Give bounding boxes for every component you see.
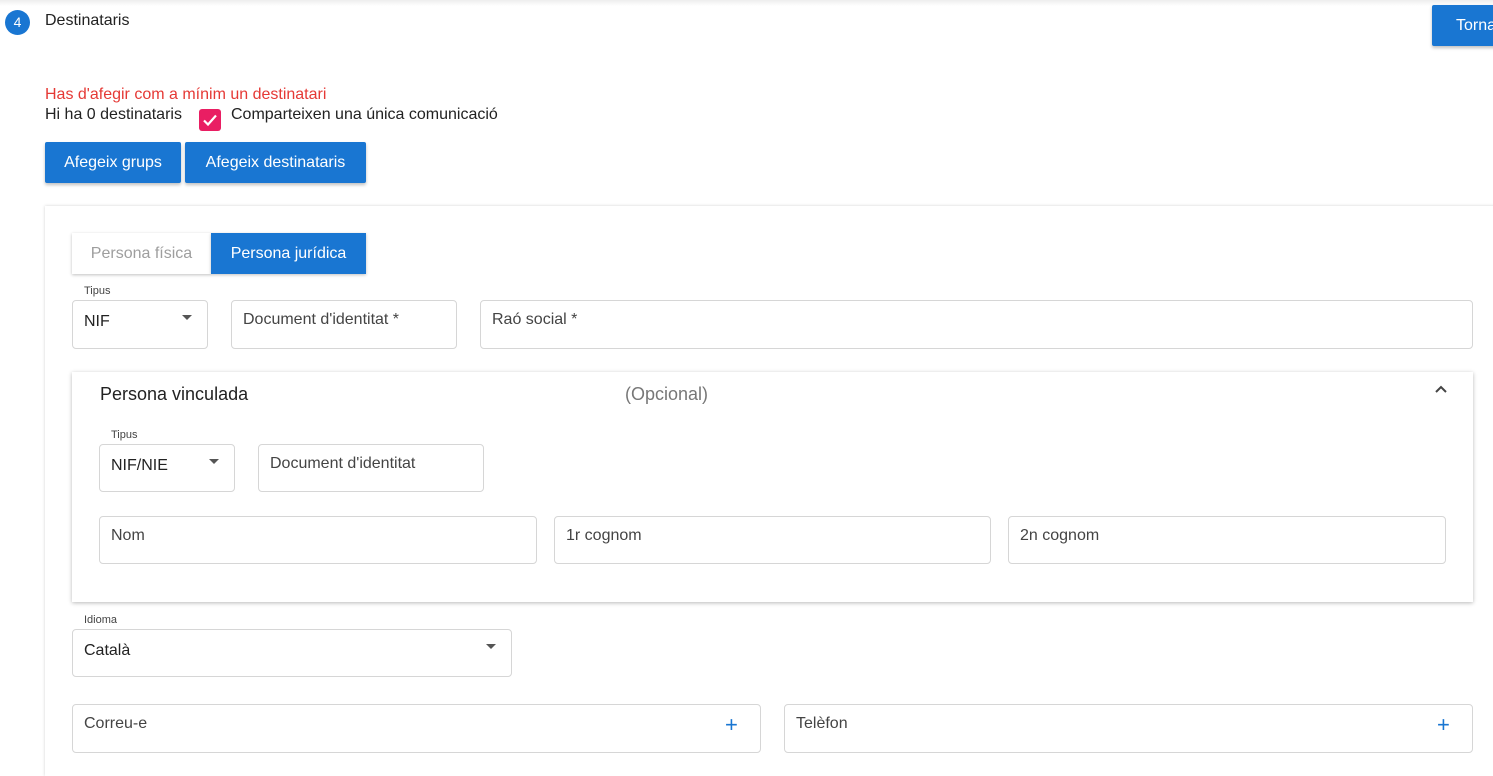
tab-persona-fisica[interactable]: Persona física	[72, 233, 211, 274]
add-recipients-button[interactable]: Afegeix destinataris	[185, 142, 366, 183]
tipus-select[interactable]: NIF	[72, 300, 208, 349]
dropdown-caret-icon	[182, 315, 192, 320]
nom-placeholder: Nom	[111, 527, 145, 544]
check-icon	[203, 114, 217, 127]
cognom2-placeholder: 2n cognom	[1020, 527, 1100, 544]
linked-person-title[interactable]: Persona vinculada	[100, 384, 248, 405]
share-communication-checkbox[interactable]	[199, 109, 221, 131]
idioma-value: Català	[84, 642, 131, 659]
top-shadow	[0, 0, 1493, 6]
phone-field[interactable]: Telèfon +	[784, 704, 1473, 753]
linked-person-optional: (Opcional)	[625, 384, 709, 404]
share-communication-label: Comparteixen una única comunicació	[231, 106, 498, 123]
tipus-value: NIF	[84, 313, 110, 330]
cognom1-placeholder: 1r cognom	[566, 527, 642, 544]
rao-social-placeholder: Raó social *	[492, 311, 578, 328]
error-message: Has d'afegir com a mínim un destinatari	[45, 86, 327, 103]
add-groups-button[interactable]: Afegeix grups	[45, 142, 181, 183]
add-email-icon[interactable]: +	[725, 713, 738, 737]
document-identitat-placeholder: Document d'identitat *	[243, 311, 400, 328]
dropdown-caret-icon	[486, 644, 496, 649]
step-number-badge: 4	[5, 10, 30, 35]
linked-tipus-value: NIF/NIE	[111, 457, 168, 474]
linked-tipus-select[interactable]: NIF/NIE	[99, 444, 235, 492]
cognom1-input[interactable]: 1r cognom	[554, 516, 991, 564]
recipients-count: Hi ha 0 destinataris	[45, 106, 182, 123]
tipus-label: Tipus	[82, 285, 113, 297]
add-phone-icon[interactable]: +	[1437, 713, 1450, 737]
email-field[interactable]: Correu-e +	[72, 704, 761, 753]
rao-social-input[interactable]: Raó social *	[480, 300, 1473, 349]
back-button[interactable]: Torna	[1432, 5, 1493, 46]
linked-tipus-label: Tipus	[109, 429, 140, 441]
linked-document-placeholder: Document d'identitat	[270, 455, 416, 472]
chevron-up-icon[interactable]	[1434, 382, 1448, 396]
cognom2-input[interactable]: 2n cognom	[1008, 516, 1446, 564]
email-placeholder: Correu-e	[84, 715, 148, 732]
idioma-label: Idioma	[82, 614, 120, 626]
document-identitat-input[interactable]: Document d'identitat *	[231, 300, 457, 349]
nom-input[interactable]: Nom	[99, 516, 537, 564]
step-title: Destinataris	[45, 12, 130, 29]
phone-placeholder: Telèfon	[796, 715, 848, 732]
linked-document-input[interactable]: Document d'identitat	[258, 444, 484, 492]
tab-persona-juridica[interactable]: Persona jurídica	[211, 233, 366, 274]
dropdown-caret-icon	[209, 459, 219, 464]
idioma-select[interactable]: Català	[72, 629, 512, 677]
